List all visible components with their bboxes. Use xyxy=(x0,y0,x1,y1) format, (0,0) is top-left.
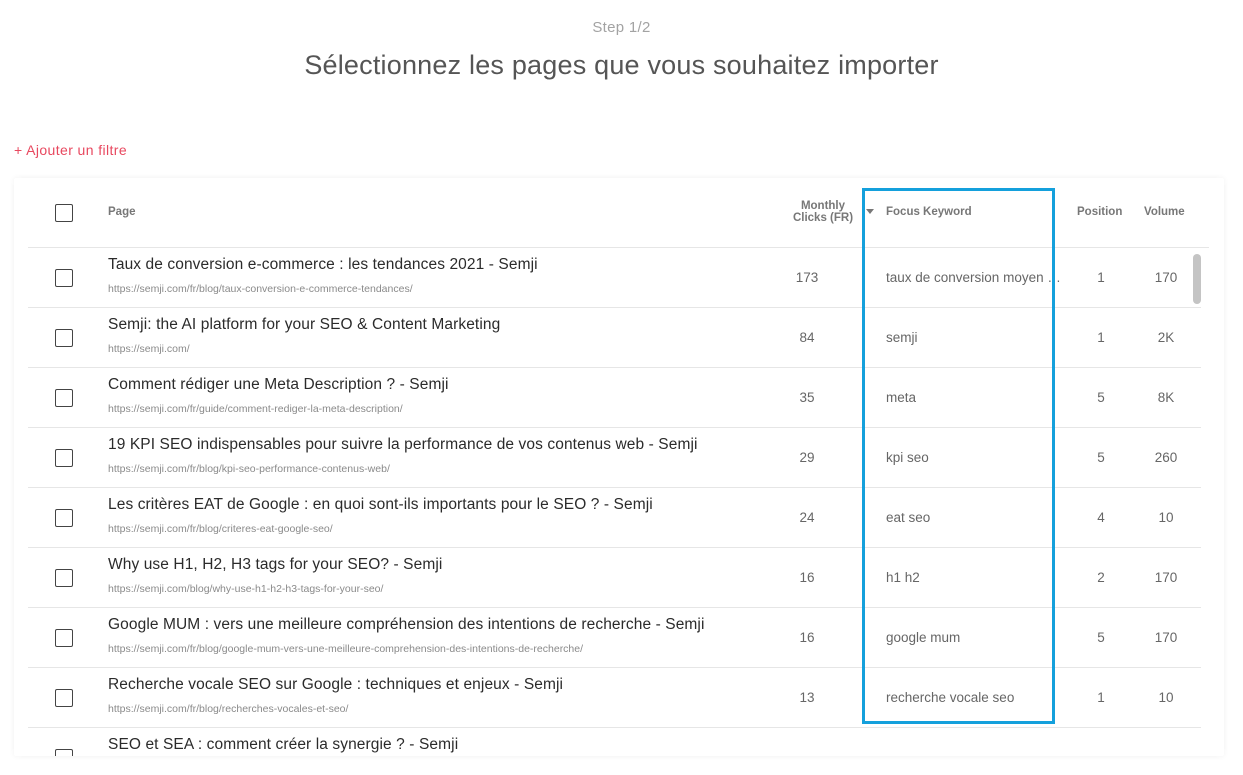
table-row[interactable]: Google MUM : vers une meilleure compréhe… xyxy=(28,608,1201,668)
page-url-cell: https://semji.com/fr/blog/criteres-eat-g… xyxy=(108,523,333,535)
pages-table: Page Monthly Clicks (FR) Focus Keyword P… xyxy=(14,178,1224,756)
keyword-cell: h1 h2 xyxy=(886,570,920,585)
page-url-cell: https://semji.com/fr/blog/taux-conversio… xyxy=(108,283,413,295)
keyword-cell: semji xyxy=(886,330,918,345)
page-title-cell: Why use H1, H2, H3 tags for your SEO? - … xyxy=(108,556,443,573)
step-indicator: Step 1/2 xyxy=(592,19,651,36)
page-title-cell: Comment rédiger une Meta Description ? -… xyxy=(108,376,449,393)
table-row[interactable]: Les critères EAT de Google : en quoi son… xyxy=(28,488,1201,548)
volume-cell: 2K xyxy=(1157,330,1175,345)
row-checkbox[interactable] xyxy=(55,269,73,287)
sort-desc-icon[interactable] xyxy=(866,209,874,214)
select-all-checkbox[interactable] xyxy=(55,204,73,222)
column-header-clicks-line1: Monthly xyxy=(800,200,846,212)
keyword-cell: taux de conversion moyen e-commerce xyxy=(886,270,1066,285)
keyword-cell: kpi seo xyxy=(886,450,929,465)
volume-cell: 8K xyxy=(1157,390,1175,405)
page-title-cell: Semji: the AI platform for your SEO & Co… xyxy=(108,316,501,333)
keyword-cell: recherche vocale seo xyxy=(886,690,1015,705)
volume-cell: 170 xyxy=(1154,630,1178,645)
clicks-cell: 13 xyxy=(799,690,815,705)
page-url-cell: https://semji.com/fr/guide/comment-redig… xyxy=(108,403,403,415)
clicks-cell: 16 xyxy=(799,570,815,585)
keyword-cell: eat seo xyxy=(886,510,931,525)
page-title-cell: Les critères EAT de Google : en quoi son… xyxy=(108,496,653,513)
table-header: Page Monthly Clicks (FR) Focus Keyword P… xyxy=(28,178,1209,248)
page-url-cell: https://semji.com/ xyxy=(108,343,190,355)
clicks-cell: 173 xyxy=(795,270,819,285)
table-row[interactable]: SEO et SEA : comment créer la synergie ?… xyxy=(28,728,1201,756)
row-checkbox[interactable] xyxy=(55,749,73,756)
page-title-cell: SEO et SEA : comment créer la synergie ?… xyxy=(108,736,459,753)
column-header-clicks[interactable]: Monthly Clicks (FR) xyxy=(768,200,878,224)
position-cell: 2 xyxy=(1097,570,1105,585)
table-row[interactable]: Recherche vocale SEO sur Google : techni… xyxy=(28,668,1201,728)
table-row[interactable]: Why use H1, H2, H3 tags for your SEO? - … xyxy=(28,548,1201,608)
column-header-clicks-line2: Clicks (FR) xyxy=(792,212,854,224)
position-cell: 5 xyxy=(1097,390,1105,405)
row-checkbox[interactable] xyxy=(55,389,73,407)
table-row[interactable]: 19 KPI SEO indispensables pour suivre la… xyxy=(28,428,1201,488)
table-row[interactable]: Comment rédiger une Meta Description ? -… xyxy=(28,368,1201,428)
page-title-cell: Taux de conversion e-commerce : les tend… xyxy=(108,256,538,273)
page-title-cell: 19 KPI SEO indispensables pour suivre la… xyxy=(108,436,698,453)
page-url-cell: https://semji.com/fr/blog/kpi-seo-perfor… xyxy=(108,463,390,475)
clicks-cell: 16 xyxy=(799,630,815,645)
table-row[interactable]: Semji: the AI platform for your SEO & Co… xyxy=(28,308,1201,368)
clicks-cell: 35 xyxy=(799,390,815,405)
page-url-cell: https://semji.com/blog/why-use-h1-h2-h3-… xyxy=(108,583,384,595)
row-checkbox[interactable] xyxy=(55,629,73,647)
volume-cell: 170 xyxy=(1154,270,1178,285)
position-cell: 1 xyxy=(1097,270,1105,285)
position-cell: 5 xyxy=(1097,450,1105,465)
row-checkbox[interactable] xyxy=(55,449,73,467)
table-scrollbar[interactable] xyxy=(1193,254,1201,304)
column-header-position: Position xyxy=(1077,206,1123,218)
page-url-cell: https://semji.com/fr/blog/recherches-voc… xyxy=(108,703,349,715)
volume-cell: 10 xyxy=(1158,690,1174,705)
table-row[interactable]: Taux de conversion e-commerce : les tend… xyxy=(28,248,1201,308)
column-header-page: Page xyxy=(108,206,136,218)
row-checkbox[interactable] xyxy=(55,689,73,707)
page-url-cell: https://semji.com/fr/blog/google-mum-ver… xyxy=(108,643,584,655)
volume-cell: 170 xyxy=(1154,570,1178,585)
row-checkbox[interactable] xyxy=(55,329,73,347)
clicks-cell: 84 xyxy=(799,330,815,345)
keyword-cell: meta xyxy=(886,390,917,405)
column-header-keyword: Focus Keyword xyxy=(886,206,972,218)
volume-cell: 10 xyxy=(1158,510,1174,525)
clicks-cell: 29 xyxy=(799,450,815,465)
position-cell: 5 xyxy=(1097,630,1105,645)
position-cell: 1 xyxy=(1097,330,1105,345)
page-title: Sélectionnez les pages que vous souhaite… xyxy=(304,50,939,80)
table-body: Taux de conversion e-commerce : les tend… xyxy=(28,248,1201,756)
clicks-cell: 24 xyxy=(799,510,815,525)
row-checkbox[interactable] xyxy=(55,569,73,587)
column-header-volume: Volume xyxy=(1144,206,1185,218)
position-cell: 1 xyxy=(1097,690,1105,705)
row-checkbox[interactable] xyxy=(55,509,73,527)
page-title-cell: Google MUM : vers une meilleure compréhe… xyxy=(108,616,705,633)
position-cell: 4 xyxy=(1097,510,1105,525)
keyword-cell: google mum xyxy=(886,630,961,645)
page-title-cell: Recherche vocale SEO sur Google : techni… xyxy=(108,676,564,693)
add-filter-link[interactable]: + Ajouter un filtre xyxy=(14,142,127,158)
volume-cell: 260 xyxy=(1154,450,1178,465)
